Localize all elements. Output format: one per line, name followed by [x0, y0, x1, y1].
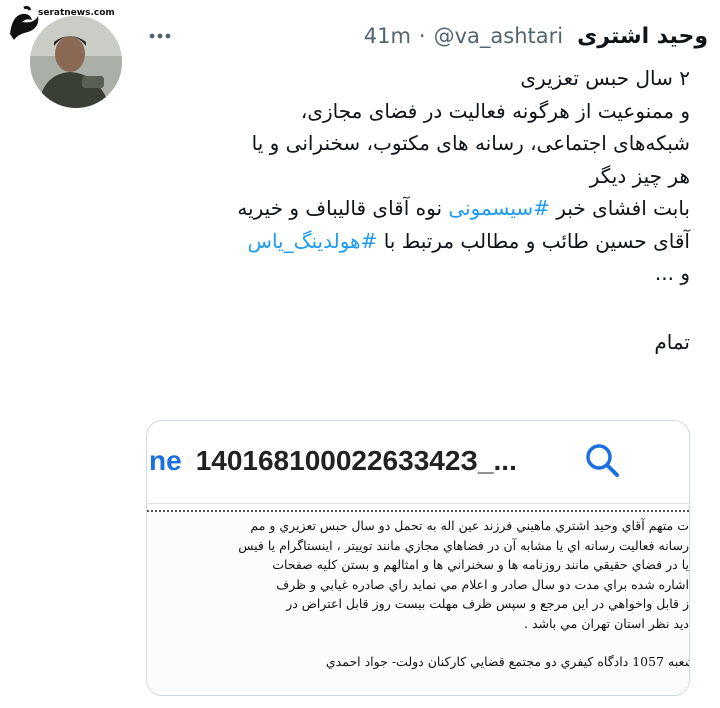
tweet-text-fragment: آقای حسین طائب و مطالب مرتبط با	[377, 228, 690, 253]
tweet-text-fragment: بابت افشای خبر	[549, 196, 690, 220]
tweet-line: شبکه‌های اجتماعی، رسانه های مکتوب، سخنرا…	[251, 131, 690, 155]
tweet-line: هر چیز دیگر	[589, 163, 690, 188]
document-line: ت متهم آقاي وحيد اشتري ماهيني فرزند عين …	[250, 518, 689, 533]
document-line: يا در فضاي حقيقي مانند روزنامه ها و سخنر…	[272, 557, 689, 572]
author-name[interactable]: وحید اشتری	[577, 24, 708, 49]
more-horizontal-icon	[149, 33, 171, 39]
tweet-text-fragment: نوه آقای قالیباف و خیریه	[237, 196, 449, 220]
hashtag-link[interactable]: #هولدینگ_یاس	[248, 229, 378, 253]
tweet-line: و ممنوعیت از هرگونه فعالیت در فضای مجازی…	[300, 98, 690, 123]
tweet-line: تمام	[654, 329, 690, 354]
document-line: رسانه فعاليت رسانه اي يا مشابه آن در فضا…	[238, 537, 689, 553]
hashtag-link[interactable]: #سیسمونی	[448, 196, 550, 220]
search-icon	[586, 444, 619, 477]
tweet-line: بابت افشای خبر #سیسمونی نوه آقای قالیباف…	[140, 192, 690, 225]
search-prefix: ne	[149, 445, 182, 476]
search-query: 14016810002263342З_...	[195, 445, 517, 476]
document-text: ت متهم آقاي وحيد اشتري ماهيني فرزند عين …	[147, 516, 689, 633]
document-line: اشاره شده براي مدت دو سال صادر و اعلام م…	[276, 576, 689, 592]
author-handle[interactable]: @va_ashtari	[434, 24, 564, 48]
tweet-media-image[interactable]: ne 14016810002263342З_... ت متهم آقاي وحي…	[146, 420, 690, 696]
document-divider	[147, 510, 689, 513]
search-query-text: ne 14016810002263342З_...	[147, 445, 517, 477]
author-info: 41m · @va_ashtari وحید اشتری	[364, 24, 708, 49]
watermark: seratnews.com	[0, 0, 132, 46]
tweet-line: ۲ سال حبس تعزیری	[520, 66, 690, 90]
document-line: ديد نظر استان تهران مي باشد .	[524, 615, 689, 631]
separator-dot: ·	[418, 24, 426, 48]
tweet-header: 41m · @va_ashtari وحید اشتری	[140, 16, 708, 56]
watermark-site: seratnews.com	[38, 8, 115, 18]
tweet-line: آقای حسین طائب و مطالب مرتبط با #هولدینگ…	[140, 225, 690, 258]
tweet-time[interactable]: 41m	[364, 24, 411, 48]
tweet-text: ۲ سال حبس تعزیری و ممنوعیت از هرگونه فعا…	[140, 62, 690, 358]
more-options-button[interactable]	[140, 16, 180, 56]
document-signature: شعبه 1057 دادگاه كيفري دو مجتمع قضايي كا…	[325, 654, 689, 669]
court-document: ت متهم آقاي وحيد اشتري ماهيني فرزند عين …	[147, 503, 689, 695]
document-line: ز قابل واخواهي در اين مرجع و سپس ظرف مهل…	[286, 596, 689, 611]
search-bar: ne 14016810002263342З_...	[147, 421, 689, 503]
tweet-line: و ...	[654, 261, 690, 285]
